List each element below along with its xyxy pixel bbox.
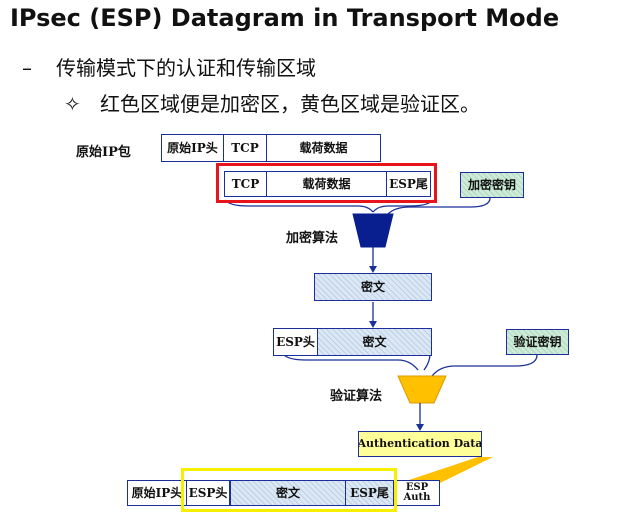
encrypt-key: 加密密钥: [460, 172, 524, 198]
encrypt-algo-label: 加密算法: [286, 231, 339, 246]
ciphertext-box: 密文: [314, 273, 432, 301]
arrowhead-icon: [369, 266, 377, 273]
row1-ip-header: 原始IP头: [161, 134, 224, 162]
auth-key-line: [431, 354, 538, 377]
row1-payload: 载荷数据: [267, 134, 381, 162]
arrowhead-icon: [369, 321, 377, 328]
encrypt-funnel-icon: [352, 213, 394, 248]
row3-bracket-right: [423, 353, 431, 371]
auth-data-box: Authentication Data: [358, 431, 482, 457]
encryption-region-frame: [216, 163, 437, 203]
auth-key: 验证密钥: [506, 329, 569, 355]
row3-ciphertext: 密文: [317, 328, 432, 356]
final-ip-header: 原始IP头: [127, 480, 187, 506]
auth-algo-label: 验证算法: [330, 389, 383, 404]
original-ip-label: 原始IP包: [76, 145, 131, 160]
auth-funnel-icon: [397, 375, 447, 404]
arrowhead-icon: [416, 424, 424, 431]
diagram-connectors: [224, 197, 538, 483]
final-esp-auth-line2: Auth: [403, 492, 431, 503]
final-esp-auth: ESP Auth: [394, 480, 440, 506]
row3-bracket: [282, 353, 419, 371]
row1-tcp: TCP: [224, 134, 267, 162]
row3-esp-header: ESP头: [273, 328, 318, 356]
auth-region-frame: [181, 468, 397, 512]
